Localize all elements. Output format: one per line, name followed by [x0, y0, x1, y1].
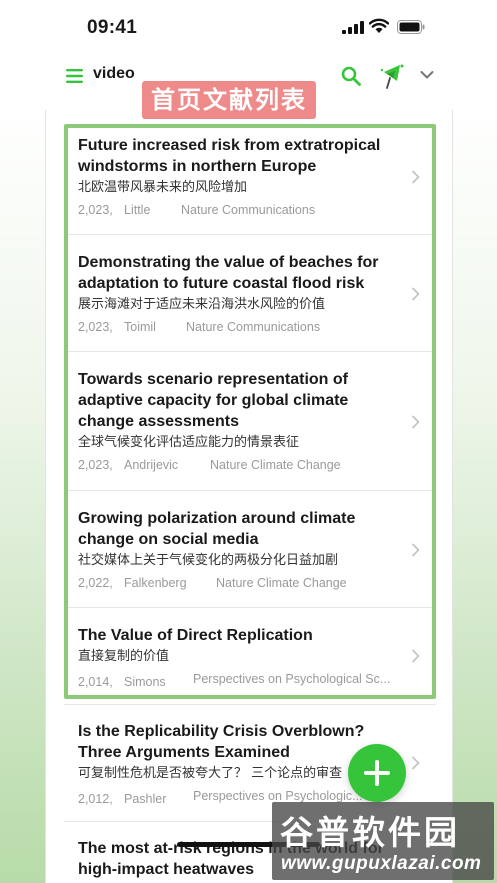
- paper-year: 2,023,: [78, 458, 113, 472]
- paper-title-translation: 展示海滩对于适应未来沿海洪水风险的价值: [78, 297, 326, 312]
- status-time: 09:41: [87, 17, 138, 38]
- plus-icon: [364, 760, 390, 786]
- paper-title-translation: 直接复制的价值: [78, 649, 170, 664]
- paper-meta: 2,014, Simons Perspectives on Psychologica…: [78, 672, 403, 689]
- cellular-signal-icon: [342, 21, 364, 34]
- paper-title: The Value of Direct Replication: [78, 627, 313, 644]
- chevron-right-icon: [412, 287, 420, 301]
- search-icon[interactable]: [341, 66, 361, 86]
- paper-year: 2,023,: [78, 203, 113, 217]
- chevron-right-icon: [412, 756, 420, 770]
- paper-meta: 2,022, Falkenberg Nature Climate Change: [78, 576, 347, 590]
- project-title[interactable]: video: [93, 65, 135, 83]
- chevron-down-icon[interactable]: [420, 70, 434, 80]
- paper-author: Little: [124, 203, 151, 217]
- paper-title: Growing polarization around climate chan…: [78, 510, 356, 548]
- section-annotation-label: 首页文献列表: [142, 81, 316, 119]
- paper-title: Demonstrating the value of beaches for a…: [78, 254, 379, 292]
- broadcast-icon[interactable]: [378, 62, 406, 90]
- chevron-right-icon: [412, 543, 420, 557]
- paper-journal: Nature Communications: [186, 320, 321, 334]
- paper-journal: Nature Communications: [181, 203, 316, 217]
- paper-meta: 2,023, Toimil Nature Communications: [78, 320, 320, 334]
- paper-title-translation: 社交媒体上关于气候变化的两极分化日益加剧: [78, 553, 339, 568]
- chevron-right-icon: [412, 649, 420, 663]
- paper-author: Andrijevic: [124, 458, 179, 472]
- paper-journal: Nature Climate Change: [216, 576, 347, 590]
- paper-meta: 2,023, Andrijevic Nature Climate Change: [78, 458, 341, 472]
- watermark-text: 谷普软件园: [280, 813, 460, 852]
- paper-list-item[interactable]: Demonstrating the value of beaches for a…: [64, 235, 436, 352]
- menu-icon[interactable]: [66, 69, 83, 83]
- chevron-right-icon: [412, 415, 420, 429]
- paper-year: 2,023,: [78, 320, 113, 334]
- paper-title-translation: 北欧温带风暴未来的风险增加: [78, 180, 248, 195]
- status-bar: 09:41: [0, 0, 497, 52]
- paper-year: 2,012,: [78, 792, 113, 806]
- paper-journal: Nature Climate Change: [210, 458, 341, 472]
- paper-list-item[interactable]: The Value of Direct Replication 直接复制的价值 …: [64, 608, 436, 705]
- paper-author: Pashler: [124, 792, 167, 806]
- paper-journal: Perspectives on Psychological Sc...: [193, 672, 391, 686]
- watermark-url: www.gupuxlazai.com: [281, 853, 482, 874]
- paper-author: Simons: [124, 675, 166, 689]
- battery-icon: [397, 20, 425, 34]
- paper-list-item[interactable]: Future increased risk from extratropical…: [64, 124, 436, 235]
- paper-title: Towards scenario representation of adapt…: [78, 371, 349, 430]
- paper-author: Toimil: [124, 320, 156, 334]
- wifi-icon: [369, 18, 389, 33]
- chevron-right-icon: [412, 170, 420, 184]
- paper-list-item[interactable]: Growing polarization around climate chan…: [64, 491, 436, 608]
- paper-year: 2,014,: [78, 675, 113, 689]
- paper-list-item[interactable]: Towards scenario representation of adapt…: [64, 352, 436, 491]
- paper-author: Falkenberg: [124, 576, 187, 590]
- add-paper-button[interactable]: [348, 744, 406, 802]
- paper-year: 2,022,: [78, 576, 113, 590]
- watermark: 谷普软件园 www.gupuxlazai.com: [272, 802, 494, 880]
- paper-title: Is the Replicability Crisis Overblown? T…: [78, 723, 365, 761]
- paper-title: Future increased risk from extratropical…: [78, 137, 381, 175]
- paper-meta: 2,023, Little Nature Communications: [78, 203, 315, 217]
- paper-title-translation: 全球气候变化评估适应能力的情景表征: [78, 435, 300, 450]
